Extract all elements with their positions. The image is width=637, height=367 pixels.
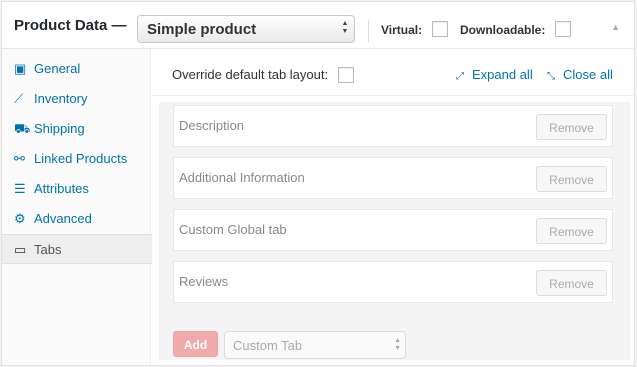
sidebar-item-general[interactable]: ▣ General — [2, 54, 151, 84]
list-icon: ☰ — [14, 181, 26, 196]
sidebar-item-label: Attributes — [34, 181, 89, 196]
tabs-toolbar: Override default tab layout: ⤢ Expand all… — [152, 49, 634, 96]
expand-all-link[interactable]: ⤢ Expand all — [456, 67, 533, 82]
panel-header: Product Data — Simple product ▲ ▼ Virtual… — [2, 2, 634, 49]
sidebar-item-linked-products[interactable]: ⚯ Linked Products — [2, 144, 151, 174]
close-all-link[interactable]: ⤡ Close all — [547, 67, 613, 82]
select-arrows-icon: ▲ ▼ — [341, 20, 349, 35]
virtual-label: Virtual: — [381, 23, 423, 37]
select-arrows-icon: ▲ ▼ — [394, 337, 401, 352]
sidebar-item-label: Inventory — [34, 91, 88, 106]
header-divider — [368, 20, 369, 42]
tab-type-value: Custom Tab — [233, 338, 303, 353]
remove-button[interactable]: Remove — [536, 270, 607, 296]
sidebar-item-advanced[interactable]: ⚙ Advanced — [2, 204, 151, 234]
sidebar-item-label: Tabs — [34, 242, 62, 257]
chart-line-icon: ⟋ — [14, 91, 24, 106]
tabs-panel: Override default tab layout: ⤢ Expand all… — [152, 49, 634, 365]
virtual-checkbox[interactable] — [432, 21, 448, 37]
expand-all-label: Expand all — [472, 67, 533, 82]
tab-row-title: Custom Global tab — [179, 222, 287, 237]
remove-button[interactable]: Remove — [536, 166, 607, 192]
sidebar-item-attributes[interactable]: ☰ Attributes — [2, 174, 151, 204]
tabs-list: Description Remove Additional Informatio… — [159, 102, 630, 360]
sidebar: ▣ General ⟋ Inventory ⛟ Shipping ⚯ Linked Pr… — [2, 49, 152, 365]
override-checkbox[interactable] — [338, 67, 354, 83]
tab-row-description[interactable]: Description Remove — [173, 105, 613, 147]
tab-row-additional-information[interactable]: Additional Information Remove — [173, 157, 613, 199]
add-tab-button[interactable]: Add — [173, 331, 218, 357]
tab-row-title: Reviews — [179, 274, 229, 289]
panel-title: Product Data — — [14, 17, 127, 34]
sidebar-item-label: General — [34, 61, 81, 76]
link-icon: ⚯ — [14, 151, 25, 166]
tab-row-custom-global-tab[interactable]: Custom Global tab Remove — [173, 209, 613, 251]
sidebar-item-label: Advanced — [34, 211, 92, 226]
sidebar-item-label: Shipping — [34, 121, 85, 136]
tab-row-title: Additional Information — [179, 170, 305, 185]
gear-icon: ⚙ — [14, 211, 26, 226]
override-label: Override default tab layout: — [172, 67, 329, 82]
product-type-select[interactable]: Simple product ▲ ▼ — [137, 15, 355, 43]
remove-button[interactable]: Remove — [536, 114, 607, 140]
product-type-value: Simple product — [147, 21, 257, 38]
tab-row-reviews[interactable]: Reviews Remove — [173, 261, 613, 303]
sidebar-item-inventory[interactable]: ⟋ Inventory — [2, 84, 151, 114]
tab-row-title: Description — [179, 118, 245, 133]
product-data-panel: Product Data — Simple product ▲ ▼ Virtual… — [1, 1, 635, 366]
triangle-up-icon[interactable]: ▲ — [611, 22, 620, 32]
window-icon: ▭ — [14, 242, 27, 257]
downloadable-checkbox[interactable] — [555, 21, 571, 37]
wrench-icon: ▣ — [14, 61, 27, 76]
truck-icon: ⛟ — [14, 121, 31, 136]
tab-type-select[interactable]: Custom Tab ▲ ▼ — [224, 331, 406, 359]
downloadable-label: Downloadable: — [460, 23, 546, 37]
remove-button[interactable]: Remove — [536, 218, 607, 244]
close-all-label: Close all — [563, 67, 613, 82]
sidebar-item-shipping[interactable]: ⛟ Shipping — [2, 114, 151, 144]
sidebar-item-label: Linked Products — [34, 151, 128, 166]
collapse-arrows-icon: ⤡ — [547, 71, 555, 82]
expand-arrows-icon: ⤢ — [456, 71, 464, 82]
sidebar-item-tabs[interactable]: ▭ Tabs — [2, 234, 152, 264]
